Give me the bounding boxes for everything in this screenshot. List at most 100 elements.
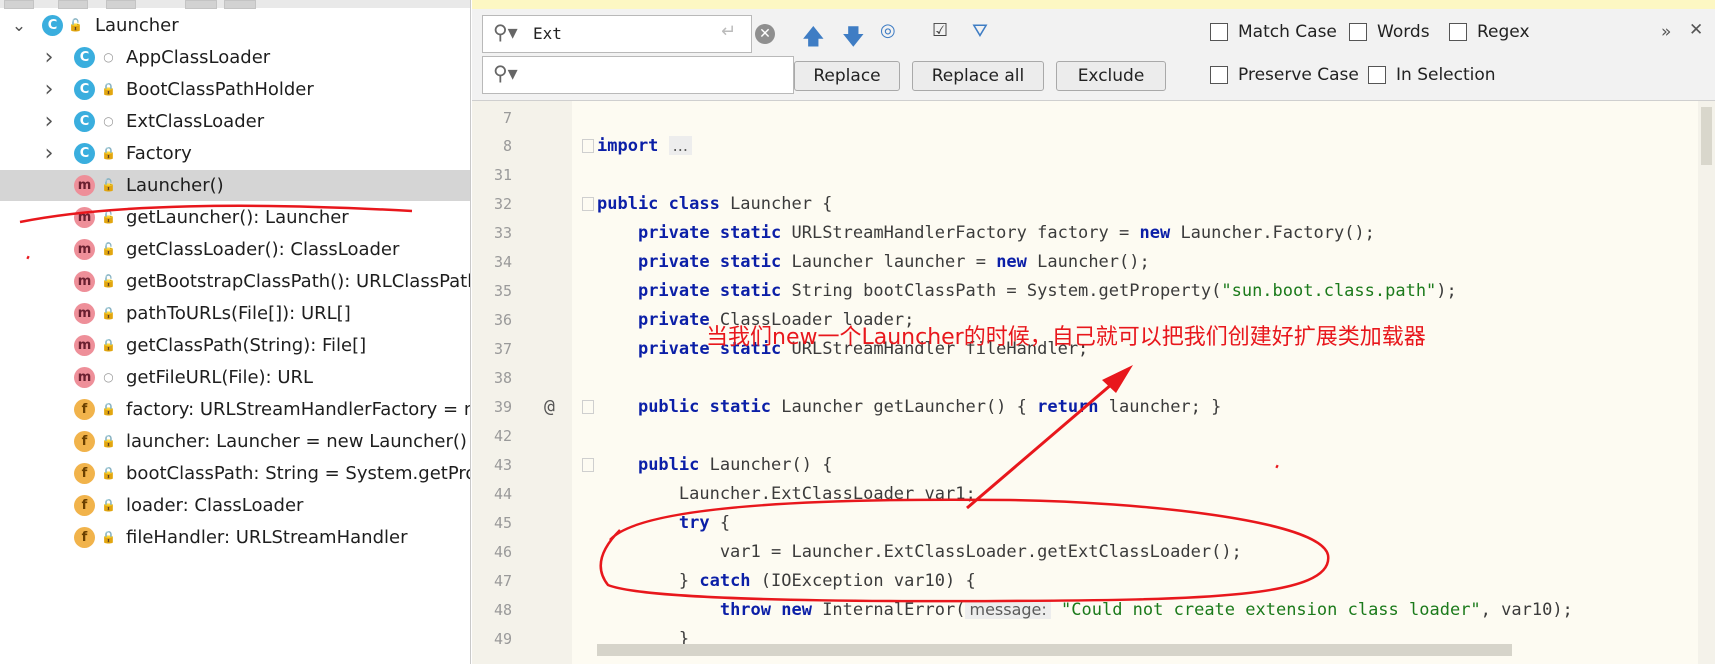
toolbar-button[interactable] [224,0,256,9]
code-line[interactable]: 34 private static Launcher launcher = ne… [472,249,1715,275]
code-text: public class Launcher { [597,194,832,214]
checkbox-box[interactable] [1449,23,1467,41]
code-token: Launcher launcher = [781,252,997,272]
chevron-down-icon[interactable]: ⌄ [10,16,28,36]
code-token: Launcher getLauncher() { [771,397,1038,417]
match-case-checkbox[interactable]: Match Case [1210,22,1337,42]
toolbar-button[interactable] [58,0,88,9]
arrow-up-icon[interactable]: 🡅 [802,20,825,58]
code-token: URLStreamHandlerFactory factory = [781,223,1140,243]
structure-item-label: AppClassLoader [126,47,271,68]
structure-item[interactable]: f 🔒 launcher: Launcher = new Launcher() [0,426,470,457]
code-line[interactable]: 42 [472,423,1715,449]
code-line[interactable]: 31 [472,162,1715,188]
fold-marker-icon[interactable] [582,458,594,472]
code-line[interactable]: 33 private static URLStreamHandlerFactor… [472,220,1715,246]
code-line[interactable]: 35 private static String bootClassPath =… [472,278,1715,304]
fold-marker-icon[interactable] [582,197,594,211]
structure-item[interactable]: › C ○ ExtClassLoader [0,106,470,137]
code-line[interactable]: 8 import ... [472,133,1715,159]
override-gutter-icon[interactable]: @ [544,396,555,417]
public-icon: 🔓 [101,274,116,288]
code-line[interactable]: 39 @ public static Launcher getLauncher()… [472,394,1715,420]
line-number: 44 [493,485,512,503]
structure-item[interactable]: f 🔒 bootClassPath: String = System.getProp [0,458,470,489]
code-line[interactable]: 32 public class Launcher { [472,191,1715,217]
search-icon[interactable]: ⚲▾ [493,61,518,85]
replace-all-button[interactable]: Replace all [912,61,1044,91]
method-icon: m [74,335,95,356]
line-number: 47 [493,572,512,590]
structure-item[interactable]: f 🔒 factory: URLStreamHandlerFactory = new [0,394,470,425]
structure-item[interactable]: m 🔒 pathToURLs(File[]): URL[] [0,298,470,329]
code-token: private static [637,252,782,272]
chevron-right-icon[interactable]: › [40,45,58,70]
code-line[interactable]: 45 try { [472,510,1715,536]
code-line[interactable]: 47 } catch (IOException var10) { [472,568,1715,594]
code-token: public static [637,397,772,417]
structure-item[interactable]: f 🔒 loader: ClassLoader [0,490,470,521]
structure-item[interactable]: m 🔓 Launcher() [0,170,470,201]
structure-item-label: getLauncher(): Launcher [126,207,349,228]
preserve-case-checkbox[interactable]: Preserve Case [1210,65,1359,85]
search-icon[interactable]: ⚲▾ [493,20,518,44]
checkbox-box[interactable] [1210,66,1228,84]
close-icon[interactable]: ✕ [1689,20,1703,40]
scrollbar-thumb[interactable] [1701,107,1712,165]
private-icon: 🔒 [101,82,116,96]
method-icon: m [74,367,95,388]
checkbox-box[interactable] [1349,23,1367,41]
code-line[interactable]: 38 [472,365,1715,391]
chevron-right-icon[interactable]: › [40,77,58,102]
toolbar-button[interactable] [185,0,217,9]
search-input[interactable]: ⚲▾ Ext ↵ ✕ [482,15,775,53]
fold-marker-icon[interactable] [582,400,594,414]
words-checkbox[interactable]: Words [1349,22,1430,42]
toolbar-button[interactable] [4,0,34,9]
select-all-occurrences-icon[interactable]: ☑ [932,20,948,41]
code-line[interactable]: 43 public Launcher() { [472,452,1715,478]
code-token: throw new [719,600,812,620]
line-number: 38 [493,369,512,387]
code-line[interactable]: 46 var1 = Launcher.ExtClassLoader.getExt… [472,539,1715,565]
code-editor[interactable]: 7 8 import ... 31 32 public class Launcher { 3… [472,101,1715,664]
checkbox-box[interactable] [1210,23,1228,41]
code-line[interactable]: 48 throw new InternalError(message: "Cou… [472,597,1715,623]
arrow-down-icon[interactable]: 🡇 [842,20,865,58]
structure-item[interactable]: › C 🔒 Factory [0,138,470,169]
structure-root[interactable]: ⌄ C 🔓 Launcher [0,10,470,41]
class-icon: C [74,47,95,68]
vertical-scrollbar[interactable] [1698,101,1715,664]
structure-item[interactable]: › C 🔒 BootClassPathHolder [0,74,470,105]
more-options-icon[interactable]: » [1661,22,1671,42]
exclude-button[interactable]: Exclude [1056,61,1166,91]
chevron-right-icon[interactable]: › [40,109,58,134]
clear-icon[interactable]: ✕ [755,24,775,44]
filter-icon[interactable]: ⛛ [972,20,988,42]
structure-item[interactable]: m 🔒 getClassPath(String): File[] [0,330,470,361]
code-token: var1 = Launcher.ExtClassLoader.getExtCla… [597,542,1242,562]
checkbox-box[interactable] [1368,66,1386,84]
fold-marker-icon[interactable] [582,139,594,153]
structure-item[interactable]: m 🔓 getLauncher(): Launcher [0,202,470,233]
line-number: 34 [493,253,512,271]
structure-item[interactable]: m 🔓 getClassLoader(): ClassLoader [0,234,470,265]
code-line[interactable]: 44 Launcher.ExtClassLoader var1; [472,481,1715,507]
toolbar-button[interactable] [106,0,136,9]
field-icon: f [74,399,95,420]
horizontal-scrollbar[interactable] [597,644,1512,656]
public-icon: 🔓 [101,242,116,256]
code-token: "Could not create extension class loader… [1061,600,1481,620]
structure-item[interactable]: f 🔒 fileHandler: URLStreamHandler [0,522,470,553]
structure-item[interactable]: › C ○ AppClassLoader [0,42,470,73]
in-selection-checkbox[interactable]: In Selection [1368,65,1496,85]
structure-item[interactable]: m 🔓 getBootstrapClassPath(): URLClassPath [0,266,470,297]
structure-item[interactable]: m ○ getFileURL(File): URL [0,362,470,393]
code-line[interactable]: 7 [472,105,1715,131]
regex-checkbox[interactable]: Regex [1449,22,1530,42]
find-all-icon[interactable]: ◎ [880,20,896,41]
replace-button[interactable]: Replace [794,61,900,91]
replace-input[interactable]: ⚲▾ [482,56,794,94]
chevron-right-icon[interactable]: › [40,141,58,166]
